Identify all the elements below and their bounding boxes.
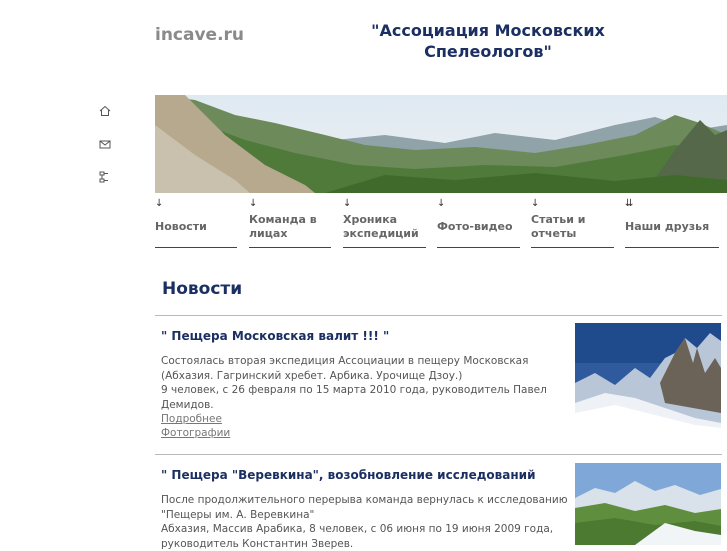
news-description: После продолжительного перерыва команда … <box>161 493 561 551</box>
sitemap-icon[interactable] <box>99 171 111 183</box>
side-icon-bar <box>99 105 111 204</box>
nav-item-label: Хроника <box>343 213 397 227</box>
nav-item-label-line2: лицах <box>249 227 287 241</box>
nav-item-label-line2: отчеты <box>531 227 576 241</box>
nav-arrow-icon: ↓ <box>249 198 257 209</box>
read-more-link[interactable]: Подробнее <box>161 413 222 425</box>
news-text-line: руководитель Константин Зверев. <box>161 537 561 551</box>
nav-item-photo-video[interactable]: ↓ Фото-видео <box>437 200 520 248</box>
nav-item-team[interactable]: ↓ Команда в лицах <box>249 200 331 248</box>
nav-arrow-icon: ↓ <box>155 198 163 209</box>
nav-arrow-icon: ⇊ <box>625 198 633 209</box>
nav-arrow-icon: ↓ <box>437 198 445 209</box>
news-photo[interactable] <box>575 463 721 545</box>
news-divider <box>155 454 722 455</box>
nav-item-news[interactable]: ↓ Новости <box>155 200 237 248</box>
news-title[interactable]: " Пещера "Веревкина", возобновление иссл… <box>161 468 535 482</box>
site-title-line2: Спелеологов" <box>352 41 624 62</box>
news-photo[interactable] <box>575 323 721 446</box>
news-text-line: (Абхазия. Гагринский хребет. Арбика. Уро… <box>161 369 561 384</box>
nav-arrow-icon: ↓ <box>531 198 539 209</box>
mail-icon[interactable] <box>99 138 111 150</box>
nav-item-label: Наши друзья <box>625 220 709 234</box>
nav-item-chronicle[interactable]: ↓ Хроника экспедиций <box>343 200 426 248</box>
site-title-line1: "Ассоциация Московских <box>352 20 624 41</box>
news-text-line: Демидов. <box>161 398 561 413</box>
nav-item-label: Статьи и <box>531 213 585 227</box>
news-text-line: После продолжительного перерыва команда … <box>161 493 561 508</box>
nav-item-articles[interactable]: ↓ Статьи и отчеты <box>531 200 614 248</box>
home-icon[interactable] <box>99 105 111 117</box>
news-description: Состоялась вторая экспедиция Ассоциации … <box>161 354 561 412</box>
header-banner-image <box>155 95 727 193</box>
photos-link[interactable]: Фотографии <box>161 427 230 439</box>
nav-item-label: Фото-видео <box>437 220 513 234</box>
page-heading: Новости <box>162 279 242 299</box>
nav-item-friends[interactable]: ⇊ Наши друзья <box>625 200 719 248</box>
news-text-line: "Пещеры им. А. Веревкина" <box>161 508 561 523</box>
news-divider <box>155 315 722 316</box>
nav-item-label: Команда в <box>249 213 317 227</box>
news-text-line: 9 человек, с 26 февраля по 15 марта 2010… <box>161 383 561 398</box>
nav-item-label: Новости <box>155 220 207 234</box>
site-name[interactable]: incave.ru <box>155 25 244 45</box>
site-title: "Ассоциация Московских Спелеологов" <box>352 20 624 62</box>
nav-item-label-line2: экспедиций <box>343 227 419 241</box>
nav-arrow-icon: ↓ <box>343 198 351 209</box>
news-title[interactable]: " Пещера Московская валит !!! " <box>161 329 389 343</box>
news-text-line: Состоялась вторая экспедиция Ассоциации … <box>161 354 561 369</box>
news-text-line: Абхазия, Массив Арабика, 8 человек, с 06… <box>161 522 561 537</box>
